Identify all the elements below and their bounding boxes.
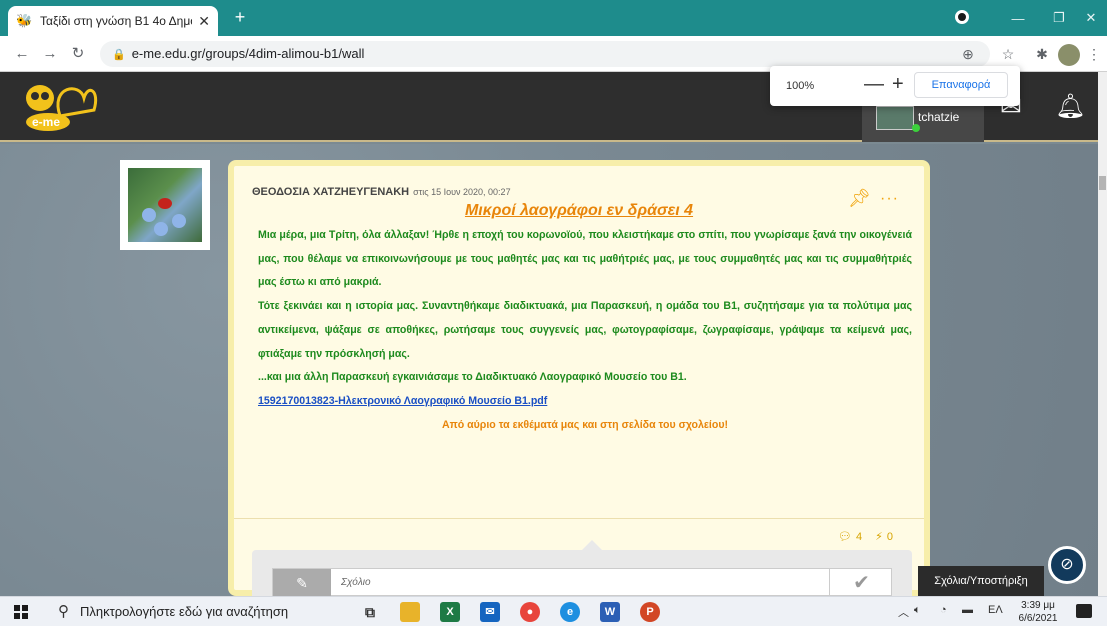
edge-icon[interactable]: e bbox=[560, 602, 580, 622]
taskbar-search[interactable]: ⚲ Πληκτρολογήστε εδώ για αναζήτηση bbox=[50, 597, 340, 626]
e-me-logo[interactable]: e-me bbox=[18, 76, 100, 136]
zoom-icon[interactable]: ⊕ bbox=[958, 44, 978, 64]
clock-date: 6/6/2021 bbox=[1018, 613, 1058, 624]
tab-title: Ταξίδι στη γνώση Β1 4ο Δημοτικ bbox=[40, 14, 192, 28]
minimize-button[interactable]: — bbox=[995, 0, 1041, 36]
edit-icon: ✎ bbox=[273, 569, 331, 597]
browser-tabbar: 🐝 Ταξίδι στη γνώση Β1 4ο Δημοτικ ✕ + — ❐… bbox=[0, 0, 1107, 36]
excel-icon[interactable]: X bbox=[440, 602, 460, 622]
ladybug-photo bbox=[128, 168, 202, 242]
online-status-icon bbox=[912, 124, 920, 132]
volume-icon[interactable]: 🔈︎ bbox=[914, 604, 921, 617]
file-explorer-icon[interactable] bbox=[400, 602, 420, 622]
post-date: στις 15 Ιουν 2020, 00:27 bbox=[413, 187, 511, 197]
support-tooltip: Σχόλια/Υποστήριξη bbox=[918, 566, 1044, 596]
post-paragraph: ...και μια άλλη Παρασκευή εγκαινιάσαμε τ… bbox=[258, 371, 687, 384]
site-favicon-icon: 🐝 bbox=[16, 13, 33, 28]
url-field[interactable]: 🔒 e-me.edu.gr/groups/4dim-alimou-b1/wall bbox=[100, 41, 990, 67]
clock-time: 3:39 μμ bbox=[1021, 600, 1055, 611]
author-avatar[interactable] bbox=[120, 160, 210, 250]
reload-button[interactable]: ↻ bbox=[68, 44, 88, 64]
new-tab-button[interactable]: + bbox=[230, 8, 250, 28]
extensions-icon[interactable]: ✱ bbox=[1032, 44, 1052, 64]
chrome-avatar[interactable] bbox=[1058, 44, 1080, 66]
attachment-link[interactable]: 1592170013823-Ηλεκτρονικό Λαογραφικό Μου… bbox=[258, 390, 912, 414]
zoom-popup: 100% — + Επαναφορά bbox=[770, 66, 1020, 106]
network-icon[interactable]: ◔ bbox=[940, 604, 947, 616]
word-icon[interactable]: W bbox=[600, 602, 620, 622]
comments-icon[interactable]: 💬︎ bbox=[838, 531, 852, 543]
author-name: ΘΕΟΔΟΣΙΑ ΧΑΤΖΗΕΥΓΕΝΑΚΗ bbox=[252, 186, 410, 198]
language-indicator[interactable]: ΕΛ bbox=[988, 604, 1003, 616]
browser-tab[interactable]: 🐝 Ταξίδι στη γνώση Β1 4ο Δημοτικ ✕ bbox=[8, 6, 218, 36]
user-avatar bbox=[876, 106, 914, 130]
zoom-in-button[interactable]: + bbox=[892, 74, 904, 94]
post-stats: 💬︎ 4 ⚡︎ 0 bbox=[834, 530, 893, 543]
back-button[interactable]: ← bbox=[12, 44, 32, 64]
task-view-icon[interactable]: ⧉ bbox=[360, 602, 380, 622]
chrome-icon[interactable]: ● bbox=[520, 602, 540, 622]
like-bolt-icon[interactable]: ⚡︎ bbox=[875, 531, 883, 543]
notifications-icon[interactable] bbox=[1076, 604, 1092, 618]
bookmark-star-icon[interactable]: ☆ bbox=[998, 44, 1018, 64]
comment-input[interactable]: ✎ Σχόλιο ✔ bbox=[272, 568, 893, 597]
menu-dots-icon[interactable]: ⋮ bbox=[1084, 44, 1104, 64]
comment-area: ✎ Σχόλιο ✔ bbox=[252, 540, 912, 597]
lock-icon: 🔒 bbox=[112, 49, 126, 61]
comments-count: 4 bbox=[855, 531, 863, 543]
post-title: Μικροί λαογράφοι εν δράσει 4 bbox=[464, 202, 694, 219]
zoom-out-button[interactable]: — bbox=[864, 74, 884, 94]
profile-icon[interactable] bbox=[955, 10, 969, 24]
accessibility-eye-icon[interactable]: ⊘ bbox=[1048, 546, 1086, 584]
zoom-level: 100% bbox=[786, 80, 815, 92]
forward-button[interactable]: → bbox=[40, 44, 60, 64]
battery-icon[interactable]: ▬ bbox=[962, 604, 973, 616]
comment-placeholder: Σχόλιο bbox=[341, 577, 371, 588]
wall-post: ΘΕΟΔΟΣΙΑ ΧΑΤΖΗΕΥΓΕΝΑΚΗ στις 15 Ιουν 2020,… bbox=[228, 160, 930, 597]
post-closing-line: Από αύριο τα εκθέματά μας και στη σελίδα… bbox=[441, 418, 729, 431]
zoom-reset-button[interactable]: Επαναφορά bbox=[914, 72, 1008, 98]
powerpoint-icon[interactable]: P bbox=[640, 602, 660, 622]
scrollbar-thumb[interactable] bbox=[1099, 176, 1106, 190]
taskbar-clock[interactable]: 3:39 μμ 6/6/2021 bbox=[1010, 599, 1066, 625]
windows-start-icon[interactable] bbox=[14, 605, 28, 619]
taskbar-search-placeholder: Πληκτρολογήστε εδώ για αναζήτηση bbox=[80, 604, 289, 619]
close-tab-icon[interactable]: ✕ bbox=[198, 13, 210, 30]
bell-icon[interactable]: 🔔︎ bbox=[1055, 92, 1085, 122]
page-scrollbar[interactable] bbox=[1098, 72, 1107, 596]
mail-app-icon[interactable]: ✉ bbox=[480, 602, 500, 622]
logo-text: e-me bbox=[32, 115, 60, 129]
windows-taskbar: ⚲ Πληκτρολογήστε εδώ για αναζήτηση ⧉ X ✉… bbox=[0, 596, 1107, 626]
post-author[interactable]: ΘΕΟΔΟΣΙΑ ΧΑΤΖΗΕΥΓΕΝΑΚΗ στις 15 Ιουν 2020,… bbox=[252, 186, 511, 198]
post-paragraph: Μια μέρα, μια Τρίτη, όλα άλλαξαν! Ήρθε η… bbox=[258, 229, 912, 289]
post-divider bbox=[234, 518, 924, 519]
tray-overflow-icon[interactable]: ︿ bbox=[898, 604, 909, 620]
url-text: e-me.edu.gr/groups/4dim-alimou-b1/wall bbox=[131, 46, 365, 61]
close-window-button[interactable]: ✕ bbox=[1068, 0, 1107, 36]
submit-comment-button[interactable]: ✔ bbox=[829, 569, 893, 597]
search-icon: ⚲ bbox=[58, 603, 69, 620]
post-body: Μια μέρα, μια Τρίτη, όλα άλλαξαν! Ήρθε η… bbox=[258, 224, 912, 437]
username: tchatzie bbox=[918, 110, 960, 124]
likes-count: 0 bbox=[886, 531, 894, 543]
post-paragraph: Τότε ξεκινάει και η ιστορία μας. Συναντη… bbox=[258, 300, 912, 360]
